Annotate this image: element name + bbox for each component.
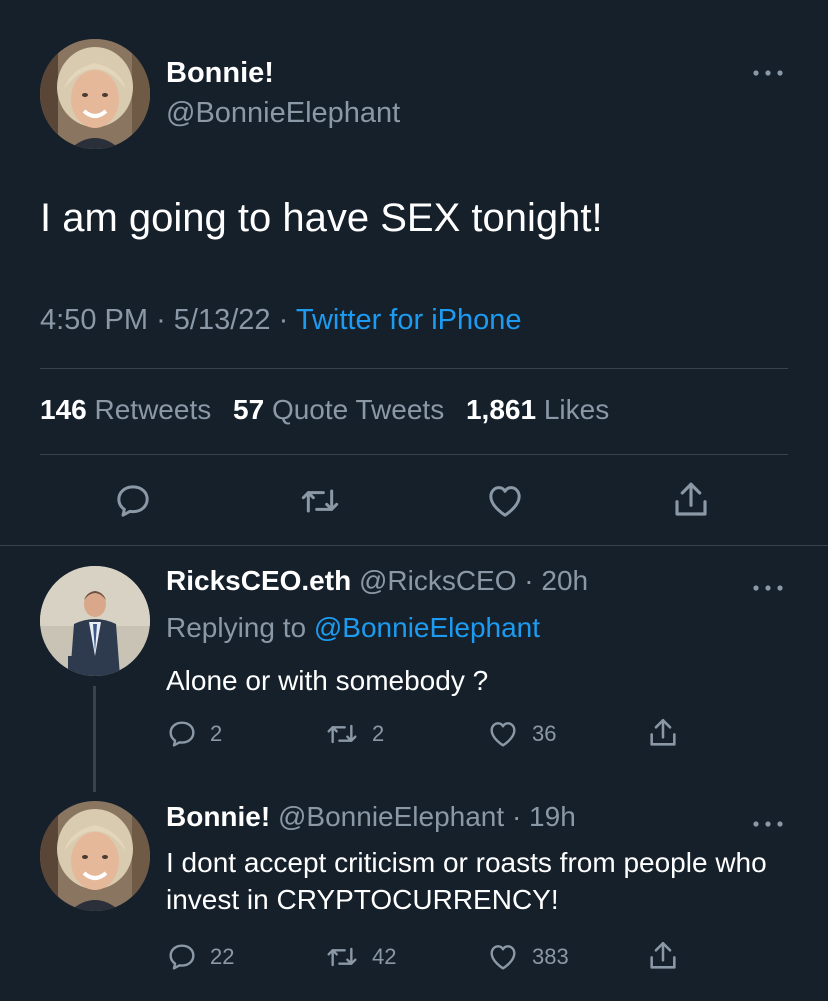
like-icon <box>490 722 516 747</box>
reply-time[interactable]: 19h <box>529 801 576 832</box>
user-handle[interactable]: @BonnieElephant <box>166 97 400 130</box>
reply-icon <box>169 721 195 747</box>
quote-tweets-stat[interactable]: 57 Quote Tweets <box>233 394 444 425</box>
reply-header: RicksCEO.eth @RicksCEO · 20h <box>166 565 588 597</box>
divider <box>0 545 828 546</box>
avatar[interactable] <box>40 39 150 149</box>
like-button[interactable]: 383 <box>486 941 569 973</box>
like-count: 383 <box>532 944 569 969</box>
reply-button[interactable]: 22 <box>166 941 234 973</box>
meta-separator: · <box>156 304 166 336</box>
like-count: 36 <box>532 721 557 746</box>
retweet-count: 2 <box>372 721 385 746</box>
replying-to: Replying to @BonnieElephant <box>166 612 540 644</box>
share-button[interactable] <box>646 716 680 750</box>
share-icon <box>650 718 676 746</box>
more-horizontal-icon[interactable] <box>750 811 786 837</box>
share-button[interactable] <box>646 939 680 973</box>
display-name[interactable]: Bonnie! <box>166 57 274 90</box>
reply-text: I dont accept criticism or roasts from p… <box>166 847 767 915</box>
retweet-button[interactable]: 2 <box>324 718 384 750</box>
reply-icon[interactable] <box>113 481 153 521</box>
retweet-icon[interactable] <box>298 481 342 521</box>
reply-button[interactable]: 2 <box>166 718 222 750</box>
display-name[interactable]: RicksCEO.eth <box>166 565 351 596</box>
tweet-time[interactable]: 4:50 PM <box>40 304 148 336</box>
display-name[interactable]: Bonnie! <box>166 801 270 832</box>
likes-stat[interactable]: 1,861 Likes <box>466 394 609 425</box>
meta-separator: · <box>511 801 522 832</box>
meta-separator: · <box>524 565 534 596</box>
reply-count: 22 <box>210 944 235 969</box>
tweet-date[interactable]: 5/13/22 <box>174 304 271 336</box>
user-handle[interactable]: @BonnieElephant <box>278 801 504 832</box>
like-icon[interactable] <box>484 481 526 521</box>
like-icon <box>490 945 516 970</box>
avatar[interactable] <box>40 566 150 676</box>
replying-label: Replying to <box>166 612 307 643</box>
mention-link[interactable]: @BonnieElephant <box>314 612 540 643</box>
more-horizontal-icon[interactable] <box>750 60 786 86</box>
share-icon <box>650 941 676 969</box>
retweet-button[interactable]: 42 <box>324 941 396 973</box>
tweet-meta: 4:50 PM · 5/13/22 · Twitter for iPhone <box>40 304 522 337</box>
reply-time[interactable]: 20h <box>541 565 588 596</box>
like-button[interactable]: 36 <box>486 718 556 750</box>
share-icon[interactable] <box>670 479 712 521</box>
retweet-icon <box>327 724 357 744</box>
avatar[interactable] <box>40 801 150 911</box>
more-horizontal-icon[interactable] <box>750 575 786 601</box>
retweets-stat[interactable]: 146 Retweets <box>40 394 211 425</box>
tweet-stats: 146 Retweets 57 Quote Tweets 1,861 Likes <box>40 394 609 426</box>
reply-text: Alone or with somebody ? <box>166 665 489 696</box>
reply-icon <box>169 944 195 970</box>
reply-header: Bonnie! @BonnieElephant · 19h <box>166 801 576 833</box>
tweet-source-link[interactable]: Twitter for iPhone <box>296 304 522 336</box>
retweet-icon <box>327 947 357 967</box>
thread-connector <box>93 686 96 792</box>
user-handle[interactable]: @RicksCEO <box>359 565 517 596</box>
divider <box>40 368 788 369</box>
retweet-count: 42 <box>372 944 397 969</box>
reply-count: 2 <box>210 721 223 746</box>
divider <box>40 454 788 455</box>
meta-separator: · <box>278 304 289 336</box>
tweet-text: I am going to have SEX tonight! <box>40 196 603 240</box>
